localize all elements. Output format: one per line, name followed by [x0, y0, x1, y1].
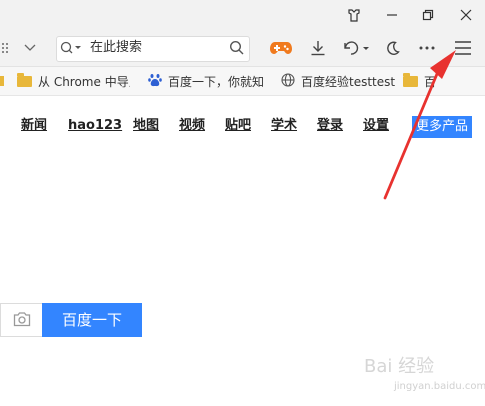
- close-icon[interactable]: [448, 0, 484, 30]
- globe-icon: [281, 72, 295, 90]
- nav-link-login[interactable]: 登录: [317, 117, 343, 135]
- nav-link-xueshu[interactable]: 学术: [271, 117, 297, 135]
- baidu-paw-icon: [148, 73, 162, 90]
- bookmark-label: 从 Chrome 中导入: [38, 74, 130, 89]
- bookmark-baidu[interactable]: 百度一下，你就知: [148, 67, 264, 95]
- grid-icon[interactable]: [0, 30, 14, 66]
- folder-icon: [17, 72, 32, 87]
- folder-icon: [0, 76, 4, 86]
- undo-icon[interactable]: [338, 30, 374, 66]
- search-box[interactable]: [56, 36, 250, 62]
- watermark-sub: jingyan.baidu.com: [394, 381, 485, 392]
- watermark: Bai 经验 jingyan.baidu.com: [364, 356, 485, 397]
- game-icon[interactable]: [266, 30, 296, 66]
- bookmark-baidu-jingyan[interactable]: 百度经验testtest: [281, 67, 395, 95]
- chevron-down-icon[interactable]: [18, 30, 42, 66]
- camera-icon[interactable]: [13, 311, 31, 331]
- search-input[interactable]: 在此搜索: [90, 39, 142, 57]
- nav-link-tieba[interactable]: 贴吧: [225, 117, 251, 135]
- minimize-icon[interactable]: [374, 0, 410, 30]
- baidu-search-button[interactable]: 百度一下: [42, 303, 142, 337]
- bookmark-import-chrome[interactable]: 从 Chrome 中导入: [17, 67, 130, 95]
- search-icon[interactable]: [229, 40, 245, 60]
- skin-icon[interactable]: [336, 0, 372, 30]
- nav-link-news[interactable]: 新闻: [21, 117, 47, 135]
- annotation-arrow: [380, 46, 465, 210]
- watermark-text: Bai 经验: [364, 356, 435, 377]
- download-icon[interactable]: [304, 30, 332, 66]
- bookmark-label: 百度一下，你就知: [168, 74, 265, 89]
- nav-link-map[interactable]: 地图: [133, 117, 159, 135]
- nav-link-video[interactable]: 视频: [179, 117, 205, 135]
- search-engine-icon[interactable]: [60, 40, 82, 60]
- restore-icon[interactable]: [410, 0, 446, 30]
- nav-link-hao123[interactable]: hao123: [68, 117, 122, 135]
